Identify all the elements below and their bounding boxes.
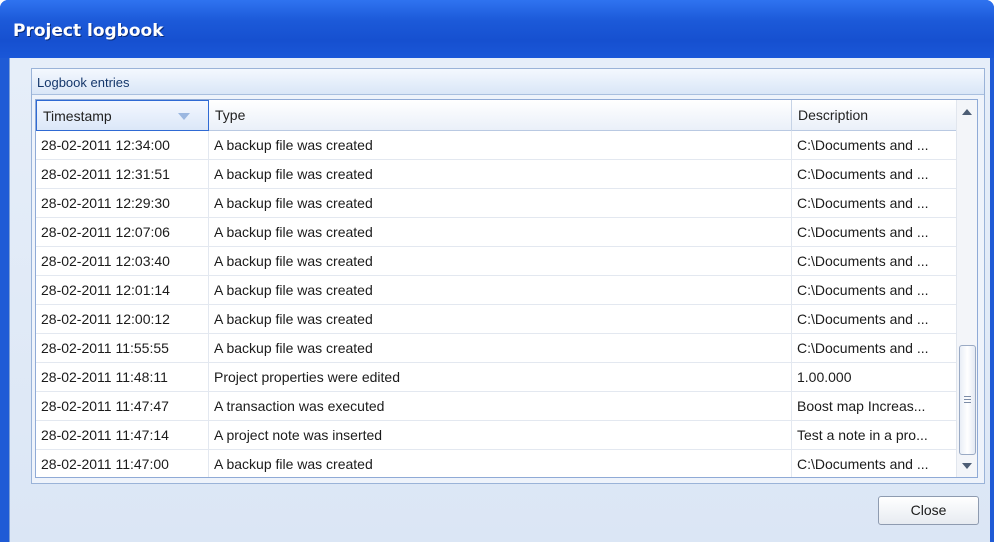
cell-timestamp: 28-02-2011 12:03:40 [36,247,209,276]
cell-type: Project properties were edited [209,363,792,392]
group-header: Logbook entries [32,69,984,95]
cell-description: C:\Documents and ... [797,311,929,327]
sort-descending-icon [178,113,190,120]
table-row[interactable]: 28-02-2011 12:34:00 A backup file was cre… [36,131,956,160]
table-row[interactable]: 28-02-2011 12:07:06 A backup file was cre… [36,218,956,247]
cell-description: C:\Documents and ... [797,166,929,182]
cell-type: A backup file was created [209,189,792,218]
cell-type: A project note was inserted [209,421,792,450]
cell-timestamp: 28-02-2011 11:47:14 [36,421,209,450]
cell-type: A backup file was created [209,305,792,334]
cell-type: A backup file was created [209,334,792,363]
cell-type: A backup file was created [209,276,792,305]
table-row[interactable]: 28-02-2011 11:55:55 A backup file was cre… [36,334,956,363]
column-header-type[interactable]: Type [209,100,792,131]
cell-description: C:\Documents and ... [797,456,929,472]
cell-description: Boost map Increas... [797,398,926,414]
column-header-description-label: Description [798,107,869,123]
cell-description: C:\Documents and ... [797,282,929,298]
cell-timestamp: 28-02-2011 12:31:51 [36,160,209,189]
logbook-entries-group: Logbook entries Timestamp Type Descripti… [31,68,985,484]
title-bar[interactable]: Project logbook [0,0,994,58]
table-row[interactable]: 28-02-2011 11:47:47 A transaction was exe… [36,392,956,421]
table-row[interactable]: 28-02-2011 11:47:00 A backup file was cre… [36,450,956,477]
cell-description: Test a note in a pro... [797,427,928,443]
cell-timestamp: 28-02-2011 11:48:11 [36,363,209,392]
window-title: Project logbook [13,21,164,41]
column-header-type-label: Type [215,107,246,123]
cell-type: A backup file was created [209,131,792,160]
close-button[interactable]: Close [878,496,979,525]
column-header-timestamp[interactable]: Timestamp [36,100,209,131]
table-row[interactable]: 28-02-2011 12:29:30 A backup file was cre… [36,189,956,218]
table-row[interactable]: 28-02-2011 12:00:12 A backup file was cre… [36,305,956,334]
cell-description: C:\Documents and ... [797,253,929,269]
cell-description: C:\Documents and ... [797,224,929,240]
table-row[interactable]: 28-02-2011 11:48:11 Project properties we… [36,363,956,392]
scrollbar-thumb[interactable] [959,345,976,455]
window-client-area: Logbook entries Timestamp Type Descripti… [9,58,990,542]
cell-timestamp: 28-02-2011 12:01:14 [36,276,209,305]
vertical-scrollbar[interactable] [956,100,977,477]
arrow-down-icon[interactable] [962,463,972,469]
cell-type: A transaction was executed [209,392,792,421]
project-logbook-window: Project logbook Logbook entries Timestam… [0,0,994,542]
table-row[interactable]: 28-02-2011 11:47:14 A project note was in… [36,421,956,450]
cell-description: C:\Documents and ... [797,340,929,356]
cell-timestamp: 28-02-2011 11:47:00 [36,450,209,477]
cell-type: A backup file was created [209,247,792,276]
table-row[interactable]: 28-02-2011 12:31:51 A backup file was cre… [36,160,956,189]
cell-type: A backup file was created [209,218,792,247]
cell-timestamp: 28-02-2011 12:00:12 [36,305,209,334]
scroll-grip-icon [964,396,971,403]
cell-type: A backup file was created [209,450,792,477]
column-header-timestamp-label: Timestamp [43,108,112,124]
grid-header: Timestamp Type Description [36,100,956,131]
column-header-description[interactable]: Description [792,100,956,131]
table-row[interactable]: 28-02-2011 12:03:40 A backup file was cre… [36,247,956,276]
table-row[interactable]: 28-02-2011 12:01:14 A backup file was cre… [36,276,956,305]
cell-description: C:\Documents and ... [797,195,929,211]
cell-description: 1.00.000 [797,369,852,385]
cell-timestamp: 28-02-2011 11:47:47 [36,392,209,421]
cell-timestamp: 28-02-2011 12:34:00 [36,131,209,160]
group-title: Logbook entries [37,75,130,90]
arrow-up-icon[interactable] [962,109,972,115]
cell-type: A backup file was created [209,160,792,189]
cell-timestamp: 28-02-2011 12:07:06 [36,218,209,247]
logbook-grid[interactable]: Timestamp Type Description 28-02-2011 12… [35,99,978,478]
cell-description: C:\Documents and ... [797,137,929,153]
cell-timestamp: 28-02-2011 12:29:30 [36,189,209,218]
cell-timestamp: 28-02-2011 11:55:55 [36,334,209,363]
